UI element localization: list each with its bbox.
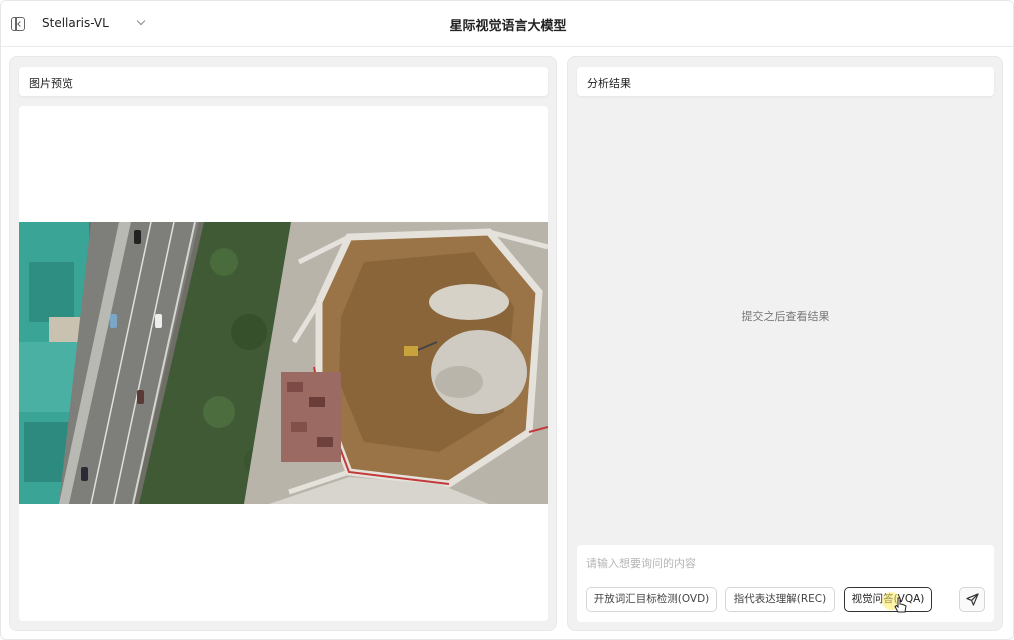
preview-image: [19, 222, 548, 504]
mode-button-ovd[interactable]: 开放词汇目标检测(OVD): [586, 587, 717, 612]
result-area: 提交之后查看结果: [577, 106, 994, 540]
query-input[interactable]: [586, 553, 946, 573]
image-preview-panel: 图片预览: [9, 56, 557, 631]
app-window: Stellaris-VL 星际视觉语言大模型 图片预览 分析结果 提交之后查看结…: [0, 0, 1014, 640]
image-preview-title: 图片预览: [29, 77, 73, 90]
mode-button-rec[interactable]: 指代表达理解(REC): [725, 587, 835, 612]
empty-state-text: 提交之后查看结果: [741, 310, 830, 323]
analysis-result-title: 分析结果: [587, 77, 631, 90]
image-preview-area: [19, 106, 548, 621]
send-button[interactable]: [959, 587, 985, 612]
analysis-result-panel: 分析结果 提交之后查看结果 开放词汇目标检测(OVD) 指代表达理解(REC) …: [567, 56, 1003, 631]
send-icon: [966, 593, 979, 606]
page-title: 星际视觉语言大模型: [449, 19, 567, 34]
query-card: 开放词汇目标检测(OVD) 指代表达理解(REC) 视觉问答(VQA): [577, 545, 994, 622]
pointer-cursor-icon: [894, 597, 907, 613]
analysis-result-header: 分析结果: [577, 67, 994, 96]
top-bar: Stellaris-VL 星际视觉语言大模型: [1, 1, 1013, 47]
image-preview-header: 图片预览: [19, 67, 548, 96]
